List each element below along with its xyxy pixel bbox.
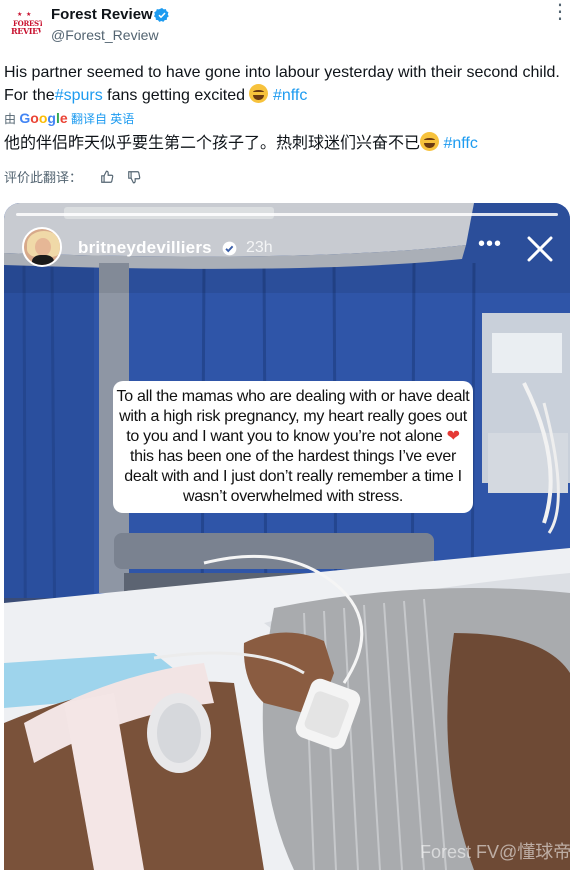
tweet-text: His partner seemed to have gone into lab…: [4, 62, 580, 107]
logo-text-review: REVIEW: [11, 26, 42, 36]
tweet-header: ★ ★ FOREST REVIEW Forest Review @Forest_…: [0, 0, 588, 56]
hospital-bed-photo: [4, 203, 570, 870]
verified-badge-icon: [154, 8, 169, 22]
watermark: Forest FV@懂球帝: [420, 842, 572, 862]
caption-line: with a high risk pregnancy, my heart rea…: [119, 408, 467, 425]
thumbs-down-icon[interactable]: [127, 170, 141, 184]
caption-line: To all the mamas who are dealing with or…: [116, 388, 470, 405]
author-handle[interactable]: @Forest_Review: [51, 27, 159, 43]
tweet-media-image[interactable]: britneydevilliers 23h ••• To all the mam…: [4, 203, 570, 870]
tears-of-joy-emoji-icon: [249, 84, 269, 103]
translation-attribution: 由 Google 翻译自 英语: [4, 108, 134, 128]
more-options-icon[interactable]: ⋮: [548, 2, 572, 26]
caption-line: this has been one of the hardest things …: [130, 448, 456, 465]
translated-body: 他的伴侣昨天似乎要生第二个孩子了。热刺球迷们兴奋不已: [4, 135, 421, 152]
rate-label: 评价此翻译：: [4, 170, 83, 185]
rate-translation: 评价此翻译：: [4, 168, 141, 188]
logo-stars: ★ ★: [17, 12, 33, 18]
story-close-icon[interactable]: [524, 233, 556, 265]
story-user-avatar[interactable]: [22, 227, 62, 267]
hashtag-nffc[interactable]: #nffc: [273, 87, 307, 104]
translate-source-link[interactable]: 翻译自 英语: [71, 112, 134, 126]
caption-line: wasn’t overwhelmed with stress.: [182, 488, 404, 505]
hashtag-spurs[interactable]: #spurs: [55, 87, 103, 104]
author-avatar[interactable]: ★ ★ FOREST REVIEW: [8, 8, 42, 42]
story-more-icon[interactable]: •••: [478, 233, 502, 256]
translated-hashtag-nffc[interactable]: #nffc: [443, 135, 477, 152]
story-verified-icon: [222, 241, 237, 256]
caption-line: to you and I want you to know you’re not…: [126, 428, 443, 445]
author-name[interactable]: Forest Review: [51, 6, 153, 23]
red-heart-icon: ❤: [446, 428, 460, 445]
thumbs-up-icon[interactable]: [100, 170, 114, 184]
tears-of-joy-emoji-icon: [420, 132, 440, 151]
translate-prefix: 由: [4, 112, 17, 126]
caption-line: dealt with and I just don’t really remem…: [124, 468, 462, 485]
translated-text: 他的伴侣昨天似乎要生第二个孩子了。热刺球迷们兴奋不已 #nffc: [4, 132, 478, 156]
google-logo: Google: [19, 110, 68, 126]
caption-line-with-heart: to you and I want you to know you’re not…: [113, 427, 473, 447]
story-username[interactable]: britneydevilliers: [78, 238, 212, 258]
tweet-text-part2: fans getting excited: [102, 87, 250, 104]
avatar-face: [35, 238, 51, 256]
story-timestamp: 23h: [246, 239, 273, 256]
story-caption: To all the mamas who are dealing with or…: [113, 381, 473, 513]
